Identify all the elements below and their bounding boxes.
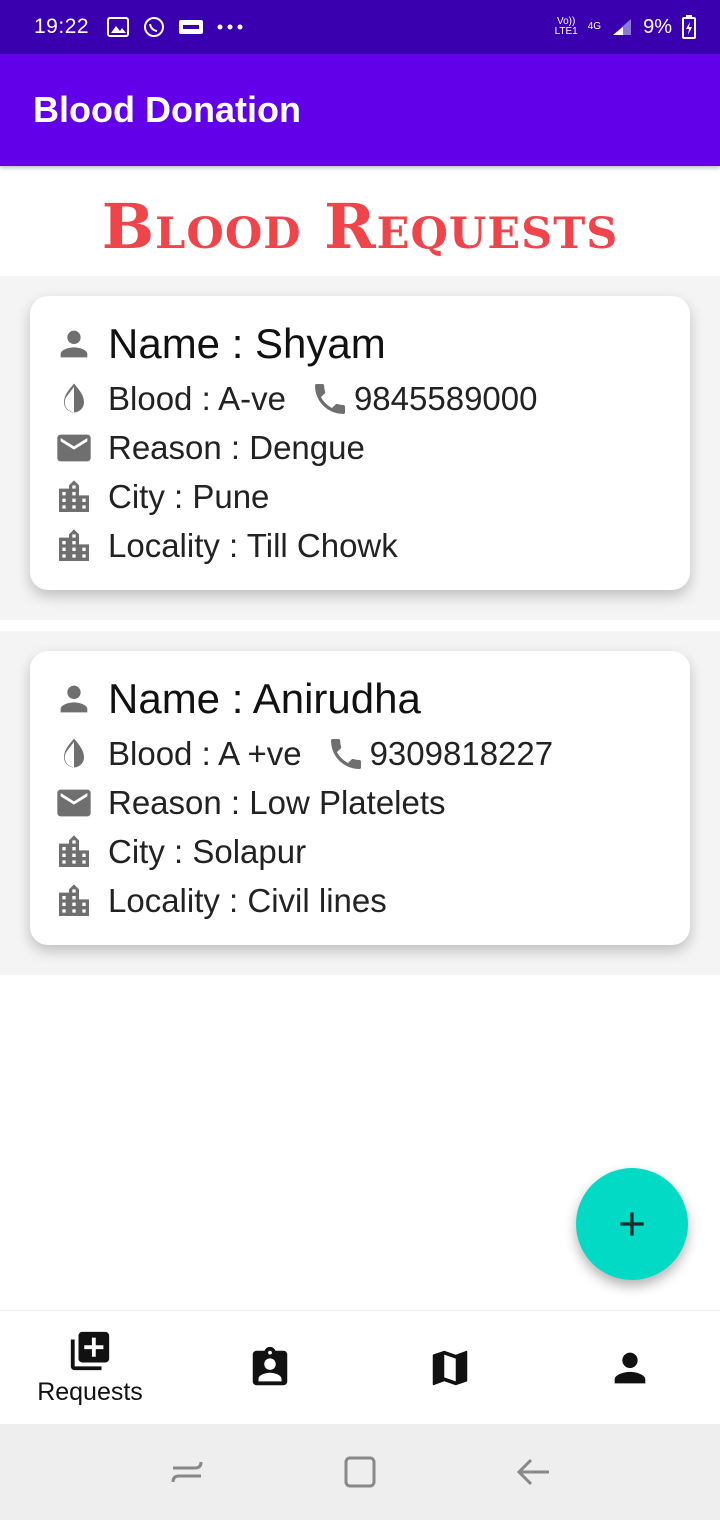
request-card[interactable]: Name : Anirudha Blood : A +ve 9309818227…: [30, 651, 690, 945]
city-row: City : Pune: [54, 472, 690, 521]
mail-icon: [54, 428, 94, 468]
battery-percent: 9%: [643, 15, 672, 38]
blood-row: Blood : A +ve 9309818227: [54, 729, 690, 778]
assignment-ind-icon: [252, 1346, 288, 1385]
status-time: 19:22: [34, 15, 90, 38]
city-text: City : Solapur: [108, 832, 307, 870]
locality-text: Locality : Till Chowk: [108, 526, 398, 564]
city-text: City : Pune: [108, 477, 270, 515]
system-nav-bar: [0, 1424, 720, 1520]
person-icon: [54, 324, 94, 364]
idea-icon: [179, 20, 204, 34]
reason-row: Reason : Dengue: [54, 423, 690, 472]
status-bar: 19:22 Vo)) LTE1 4G 9%: [0, 0, 720, 54]
reason-row: Reason : Low Platelets: [54, 778, 690, 827]
screen: 19:22 Vo)) LTE1 4G 9% Blood Donation Blo…: [0, 0, 720, 1520]
nav-profile[interactable]: [540, 1311, 720, 1424]
blood-drop-icon: [54, 379, 94, 419]
city-row: City : Solapur: [54, 827, 690, 876]
locality-icon: [54, 881, 94, 921]
name-row: Name : Shyam: [54, 314, 690, 374]
app-title: Blood Donation: [33, 89, 301, 130]
whatsapp-icon: [144, 17, 165, 37]
app-bar: Blood Donation: [0, 54, 720, 166]
name-row: Name : Anirudha: [54, 669, 690, 729]
blood-drop-icon: [54, 734, 94, 774]
locality-icon: [54, 526, 94, 566]
request-card[interactable]: Name : Shyam Blood : A-ve 9845589000 Rea…: [30, 296, 690, 590]
notification-icons: [107, 16, 243, 38]
reason-text: Reason : Low Platelets: [108, 783, 446, 821]
map-icon: [432, 1350, 468, 1385]
volte-tag: Vo)) LTE1: [555, 17, 578, 37]
nav-map[interactable]: [360, 1311, 540, 1424]
locality-row: Locality : Civil lines: [54, 876, 690, 925]
phone-link[interactable]: 9845589000: [310, 379, 538, 419]
more-icon: [217, 24, 243, 30]
phone-number: 9309818227: [369, 734, 554, 772]
network-tag: 4G: [587, 21, 602, 32]
person-icon: [54, 679, 94, 719]
nav-requests-label: Requests: [37, 1378, 143, 1406]
add-box-icon: [70, 1331, 110, 1371]
locality-row: Locality : Till Chowk: [54, 521, 690, 570]
mail-icon: [54, 783, 94, 823]
home-icon[interactable]: [338, 1450, 382, 1494]
plus-icon: [620, 1212, 644, 1236]
recents-icon[interactable]: [165, 1450, 209, 1494]
nav-requests[interactable]: Requests: [0, 1311, 180, 1424]
page-title: Blood Requests: [101, 190, 619, 263]
gallery-icon: [107, 17, 130, 37]
phone-number: 9845589000: [353, 379, 538, 417]
phone-link[interactable]: 9309818227: [326, 734, 554, 774]
add-request-button[interactable]: [576, 1168, 688, 1280]
blood-row: Blood : A-ve 9845589000: [54, 374, 690, 423]
blood-group: Blood : A +ve: [108, 734, 302, 772]
back-icon[interactable]: [511, 1450, 555, 1494]
lte-label: LTE1: [554, 26, 578, 37]
donor-name: Name : Anirudha: [108, 675, 421, 722]
nav-donors[interactable]: [180, 1311, 360, 1424]
city-icon: [54, 832, 94, 872]
blood-group: Blood : A-ve: [108, 379, 286, 417]
phone-icon: [326, 734, 366, 774]
status-right: Vo)) LTE1 4G 9%: [555, 15, 696, 39]
battery-icon: [682, 15, 696, 39]
person-icon: [614, 1352, 646, 1383]
signal-icon: [613, 19, 632, 35]
reason-text: Reason : Dengue: [108, 428, 365, 466]
bottom-nav: Requests: [0, 1310, 720, 1424]
phone-icon: [310, 379, 350, 419]
locality-text: Locality : Civil lines: [108, 881, 387, 919]
city-icon: [54, 477, 94, 517]
donor-name: Name : Shyam: [108, 320, 386, 367]
